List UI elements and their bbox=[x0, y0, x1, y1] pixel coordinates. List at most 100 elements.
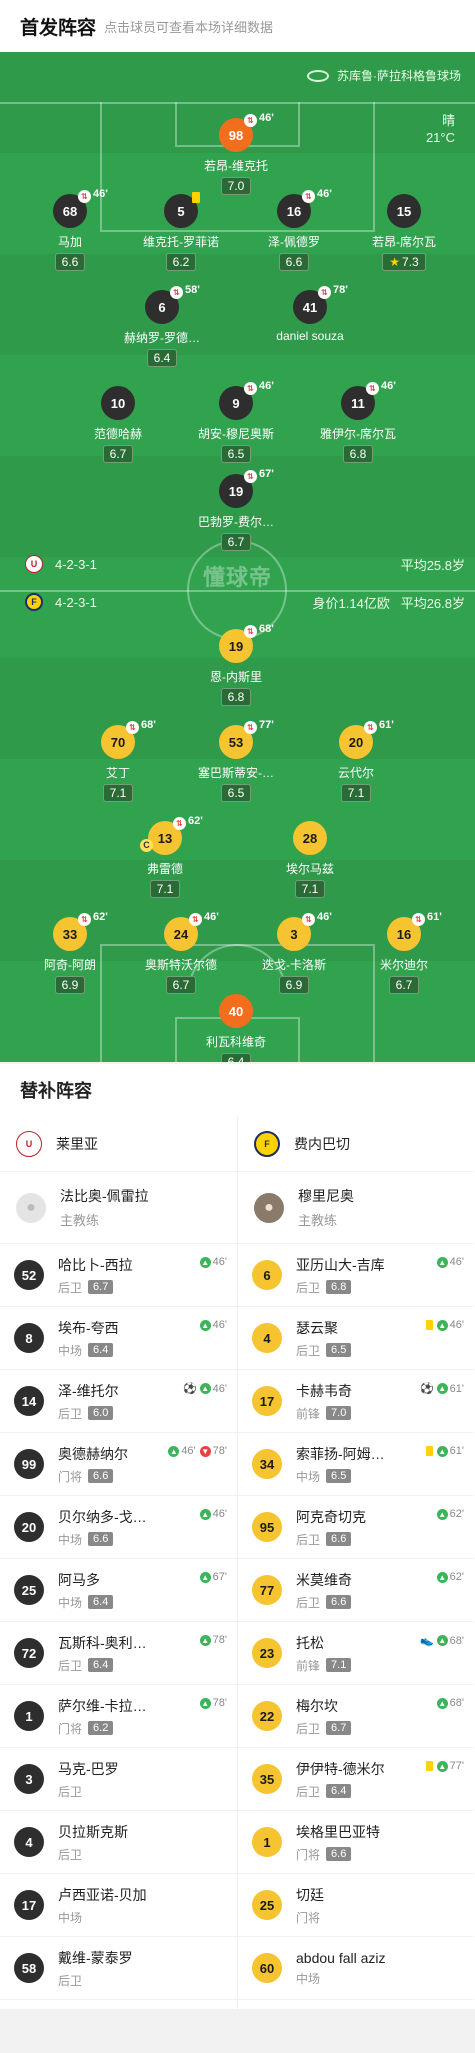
substitution-minute: 46' bbox=[204, 911, 219, 923]
home-player[interactable]: 19 ⇅ 67' 巴勃罗-费尔… 6.7 bbox=[176, 468, 296, 551]
away-player[interactable]: 3 ⇅ 46' 迭戈-卡洛斯 6.9 bbox=[234, 911, 354, 994]
player-number-badge: 16 ⇅ 46' bbox=[277, 188, 332, 228]
bench-player-events: ▲ 78' bbox=[199, 1697, 227, 1709]
home-player[interactable]: 98 ⇅ 46' 若昂-维克托 7.0 bbox=[176, 112, 296, 195]
substitution-out-icon: ⇅ bbox=[244, 470, 257, 483]
bench-player-row[interactable]: 6 亚历山大-吉库 后卫 6.8 ▲ 46' bbox=[238, 1244, 474, 1307]
bench-player-position: 前锋 bbox=[296, 1658, 321, 1673]
bench-player-row[interactable]: 52 哈比卜-西拉 后卫 6.7 ▲ 46' bbox=[0, 1244, 237, 1307]
substitution-minute: 78' bbox=[333, 284, 348, 296]
away-player[interactable]: 40 利瓦科维奇 6.4 bbox=[176, 994, 296, 1062]
bench-player-row[interactable]: 35 伊伊特-德米尔 后卫 6.4 ▲ 77' bbox=[238, 1748, 474, 1811]
bench-player-row[interactable]: 8 埃布-夸西 中场 6.4 ▲ 46' bbox=[0, 1307, 237, 1370]
player-number-badge: 19 ⇅ 68' bbox=[219, 623, 274, 663]
bench-home-team[interactable]: U 莱里亚 bbox=[0, 1116, 237, 1172]
event-minute: 62' bbox=[449, 1571, 464, 1583]
away-player[interactable]: 70 ⇅ 68' 艾丁 7.1 bbox=[58, 719, 178, 802]
bench-away-list: 6 亚历山大-吉库 后卫 6.8 ▲ 46' 4 瑟云聚 后卫 6.5 ▲ 46' 17 卡赫韦奇 前锋 7.… bbox=[238, 1244, 474, 2000]
player-number-badge: 41 ⇅ 78' bbox=[293, 284, 348, 324]
event-minute: 61' bbox=[449, 1445, 464, 1457]
bench-player-rating: 6.6 bbox=[88, 1532, 114, 1546]
bench-player-position: 中场 bbox=[58, 1532, 83, 1547]
player-number: 5 bbox=[177, 203, 185, 219]
bench-player-rating: 6.4 bbox=[88, 1658, 114, 1672]
player-name: 恩-内斯里 bbox=[210, 670, 262, 684]
player-rating: 6.4 bbox=[220, 1053, 252, 1062]
home-player[interactable]: 15 若昂-席尔瓦 7.3 bbox=[344, 194, 464, 271]
bench-away-coach[interactable]: ● 穆里尼奥 主教练 bbox=[238, 1172, 474, 1244]
bench-home-team-name: 莱里亚 bbox=[56, 1135, 98, 1152]
home-player[interactable]: 9 ⇅ 46' 胡安-穆尼奥斯 6.5 bbox=[176, 380, 296, 463]
away-player[interactable]: 33 ⇅ 62' 阿奇-阿朗 6.9 bbox=[10, 911, 130, 994]
bench-player-row[interactable]: 77 米莫维奇 后卫 6.6 ▲ 62' bbox=[238, 1559, 474, 1622]
sub-in-icon: ▲ bbox=[199, 1319, 211, 1331]
away-player[interactable]: 53 ⇅ 77' 塞巴斯蒂安-… 6.5 bbox=[176, 719, 296, 802]
away-player[interactable]: 16 ⇅ 61' 米尔迪尔 6.7 bbox=[344, 911, 464, 994]
bench-player-position: 中场 bbox=[58, 1595, 83, 1610]
away-value-age: 身价1.14亿欧 平均26.8岁 bbox=[313, 593, 465, 612]
away-team-crest-icon: F bbox=[254, 1130, 280, 1157]
bench-player-row[interactable]: 1 埃格里巴亚特 门将 6.6 bbox=[238, 1811, 474, 1874]
bench: U 莱里亚 ● 法比奥-佩雷拉 主教练 52 哈比卜-西拉 后卫 6.7 ▲ 46' 8 埃布… bbox=[0, 1116, 475, 2009]
bench-player-name: 埃格里巴亚特 bbox=[296, 1823, 380, 1840]
bench-player-name: 卢西亚诺-贝加 bbox=[58, 1886, 147, 1903]
bench-player-row[interactable]: 17 卡赫韦奇 前锋 7.0 ⚽ ▲ 61' bbox=[238, 1370, 474, 1433]
player-number: 40 bbox=[228, 1003, 244, 1019]
away-player[interactable]: 28 埃尔马兹 7.1 bbox=[250, 821, 370, 898]
home-team-crest-icon: U bbox=[16, 1130, 42, 1157]
bench-player-row[interactable]: 34 索菲扬-阿姆… 中场 6.5 ▲ 61' bbox=[238, 1433, 474, 1496]
home-player[interactable]: 10 范德哈赫 6.7 bbox=[58, 386, 178, 463]
bench-player-row[interactable]: 95 阿克奇切克 后卫 6.6 ▲ 62' bbox=[238, 1496, 474, 1559]
away-formation: F 4-2-3-1 bbox=[25, 593, 97, 611]
player-number: 13 bbox=[157, 830, 173, 846]
player-name: daniel souza bbox=[276, 329, 344, 343]
away-player[interactable]: 13 ⇅ 62' C 弗雷德 7.1 bbox=[105, 815, 225, 898]
bench-player-row[interactable]: 25 切廷 门将 bbox=[238, 1874, 474, 1937]
home-player[interactable]: 6 ⇅ 58' 赫纳罗-罗德… 6.4 bbox=[102, 284, 222, 367]
player-number-badge: 16 ⇅ 61' bbox=[387, 911, 442, 951]
player-number-badge: 53 ⇅ 77' bbox=[219, 719, 274, 759]
bench-player-row[interactable]: 58 戴维-蒙泰罗 后卫 bbox=[0, 1937, 237, 2000]
bench-player-number: 1 bbox=[252, 1827, 282, 1857]
player-number: 16 bbox=[396, 926, 412, 942]
player-rating: 6.2 bbox=[165, 253, 197, 271]
sub-in-icon: ▲ bbox=[199, 1383, 211, 1394]
bench-away-team[interactable]: F 费内巴切 bbox=[238, 1116, 474, 1172]
away-player[interactable]: 19 ⇅ 68' 恩-内斯里 6.8 bbox=[176, 623, 296, 706]
sub-in-icon: ▲ bbox=[199, 1697, 211, 1709]
player-number-badge: 68 ⇅ 46' bbox=[53, 188, 108, 228]
player-number: 98 bbox=[228, 127, 244, 143]
bench-player-number: 58 bbox=[14, 1953, 44, 1983]
bench-player-row[interactable]: 60 abdou fall aziz 中场 bbox=[238, 1937, 474, 2000]
home-player[interactable]: 5 维克托-罗菲诺 6.2 bbox=[121, 192, 241, 271]
event-minute: 78' bbox=[212, 1634, 227, 1646]
bench-player-row[interactable]: 17 卢西亚诺-贝加 中场 bbox=[0, 1874, 237, 1937]
bench-player-rating: 7.0 bbox=[326, 1406, 352, 1420]
home-player[interactable]: 11 ⇅ 46' 雅伊尔-席尔瓦 6.8 bbox=[298, 380, 418, 463]
bench-player-row[interactable]: 1 萨尔维-卡拉… 门将 6.2 ▲ 78' bbox=[0, 1685, 237, 1748]
away-player[interactable]: 24 ⇅ 46' 奥斯特沃尔德 6.7 bbox=[121, 911, 241, 994]
away-player[interactable]: 20 ⇅ 61' 云代尔 7.1 bbox=[296, 719, 416, 802]
player-rating: 6.7 bbox=[388, 976, 420, 994]
bench-player-row[interactable]: 23 托松 前锋 7.1 👟 ▲ 68' bbox=[238, 1622, 474, 1685]
event-minute: 62' bbox=[449, 1508, 464, 1520]
bench-home-coach[interactable]: ● 法比奥-佩雷拉 主教练 bbox=[0, 1172, 237, 1244]
home-player[interactable]: 41 ⇅ 78' daniel souza bbox=[250, 284, 370, 343]
bench-player-row[interactable]: 22 梅尔坎 后卫 6.7 ▲ 68' bbox=[238, 1685, 474, 1748]
bench-player-row[interactable]: 99 奥德赫纳尔 门将 6.6 ▲ 46' ▼ 78' bbox=[0, 1433, 237, 1496]
home-player[interactable]: 68 ⇅ 46' 马加 6.6 bbox=[10, 188, 130, 271]
player-number: 53 bbox=[228, 734, 244, 750]
player-rating: 7.1 bbox=[149, 880, 181, 898]
bench-player-row[interactable]: 72 瓦斯科-奥利… 后卫 6.4 ▲ 78' bbox=[0, 1622, 237, 1685]
bench-player-row[interactable]: 25 阿马多 中场 6.4 ▲ 67' bbox=[0, 1559, 237, 1622]
bench-player-events: ▲ 61' bbox=[425, 1445, 464, 1457]
bench-player-row[interactable]: 20 贝尔纳多-戈… 中场 6.6 ▲ 46' bbox=[0, 1496, 237, 1559]
home-crest-icon: U bbox=[25, 555, 43, 573]
venue-name: 苏库鲁·萨拉科格鲁球场 bbox=[337, 69, 461, 83]
bench-player-row[interactable]: 4 瑟云聚 后卫 6.5 ▲ 46' bbox=[238, 1307, 474, 1370]
bench-player-row[interactable]: 4 贝拉斯克斯 后卫 bbox=[0, 1811, 237, 1874]
bench-player-row[interactable]: 14 泽-维托尔 后卫 6.0 ⚽ ▲ 46' bbox=[0, 1370, 237, 1433]
home-player[interactable]: 16 ⇅ 46' 泽-佩德罗 6.6 bbox=[234, 188, 354, 271]
sub-in-icon: ▲ bbox=[168, 1445, 180, 1457]
bench-player-row[interactable]: 3 马克-巴罗 后卫 bbox=[0, 1748, 237, 1811]
